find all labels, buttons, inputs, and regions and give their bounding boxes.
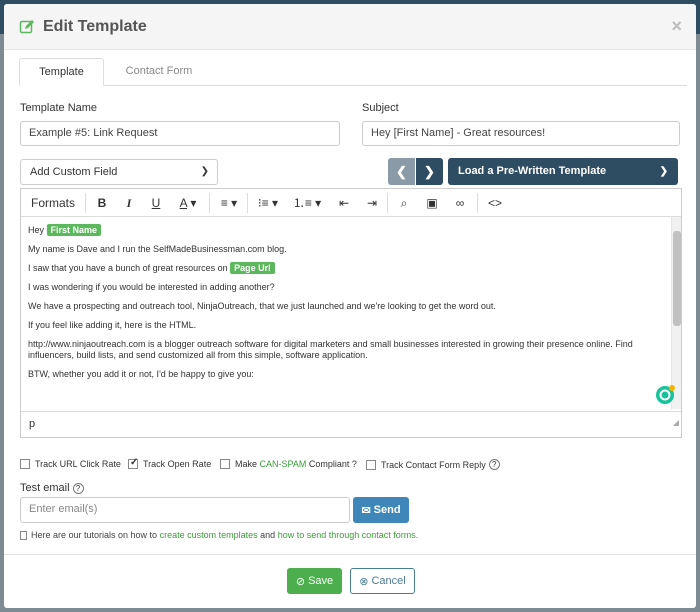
custom-field-select[interactable]: Add Custom Field ❯ — [20, 159, 218, 185]
help-icon[interactable]: ? — [488, 459, 500, 470]
image-icon[interactable]: ▣ — [421, 189, 443, 217]
send-button[interactable]: ✉ Send — [353, 497, 409, 523]
modal-header: Edit Template × — [4, 4, 696, 50]
editor-status-bar: p ◢ — [21, 411, 681, 437]
rich-text-editor: Formats ▾ B I U A ▾ ≡ ▾ ⁝≡ ▾ ⒈≡ ▾ ⇤ ⇥ ⌕ … — [20, 188, 682, 438]
help-icon[interactable]: ? — [72, 483, 84, 494]
editor-line: BTW, whether you add it or not, I'd be h… — [28, 369, 254, 379]
tutorial-links: Here are our tutorials on how to create … — [20, 530, 418, 540]
modal-footer: ⊘ Save ⊗ Cancel — [4, 554, 696, 608]
template-name-label: Template Name — [20, 102, 98, 114]
bullet-list-icon[interactable]: ⁝≡ ▾ — [253, 189, 283, 217]
formats-dropdown[interactable]: Formats ▾ — [27, 189, 79, 238]
link-icon[interactable]: ∞ — [449, 189, 471, 217]
close-icon[interactable]: × — [671, 16, 682, 37]
chevron-down-icon: ❯ — [200, 166, 209, 177]
text-color-icon[interactable]: A ▾ — [171, 189, 205, 217]
editor-line: http://www.ninjaoutreach.com is a blogge… — [28, 339, 633, 360]
can-spam-checkbox[interactable]: Make CAN-SPAM Compliant ? — [220, 459, 357, 469]
bold-icon[interactable]: B — [91, 189, 113, 217]
cancel-circle-icon: ⊗ — [359, 575, 369, 588]
chevron-down-icon: ❯ — [659, 166, 668, 177]
tab-template[interactable]: Template — [19, 58, 104, 86]
tab-contact-form[interactable]: Contact Form — [114, 58, 204, 86]
save-button[interactable]: ⊘ Save — [287, 568, 342, 594]
editor-scrollbar[interactable] — [671, 217, 681, 409]
tracking-options: Track URL Click Rate Track Open Rate Mak… — [20, 457, 680, 473]
editor-toolbar: Formats ▾ B I U A ▾ ≡ ▾ ⁝≡ ▾ ⒈≡ ▾ ⇤ ⇥ ⌕ … — [21, 189, 681, 238]
custom-field-value: Add Custom Field — [30, 166, 118, 178]
cancel-button[interactable]: ⊗ Cancel — [350, 568, 415, 594]
edit-icon — [19, 18, 37, 36]
italic-icon[interactable]: I — [118, 189, 140, 217]
editor-line: My name is Dave and I run the SelfMadeBu… — [28, 244, 287, 254]
first-name-tag: First Name — [46, 224, 102, 236]
outdent-icon[interactable]: ⇤ — [333, 189, 355, 217]
toolbar-divider — [247, 193, 248, 213]
numbered-list-icon[interactable]: ⒈≡ ▾ — [291, 189, 323, 217]
attachment-icon[interactable]: ⌕ — [393, 189, 415, 217]
previous-template-button[interactable]: ❮ — [388, 158, 415, 185]
test-email-input[interactable]: Enter email(s) — [20, 497, 350, 523]
envelope-icon: ✉ — [361, 504, 371, 517]
toolbar-divider — [477, 193, 478, 213]
contact-forms-link[interactable]: how to send through contact forms. — [278, 530, 419, 540]
track-url-click-checkbox[interactable]: Track URL Click Rate — [20, 459, 121, 469]
modal-title: Edit Template — [43, 17, 147, 35]
load-template-dropdown[interactable]: Load a Pre-Written Template ❯ — [448, 158, 678, 185]
editor-line: We have a prospecting and outreach tool,… — [28, 301, 496, 311]
editor-content[interactable]: Hey First Name My name is Dave and I run… — [21, 217, 673, 407]
template-name-input[interactable]: Example #5: Link Request — [20, 121, 340, 146]
tab-bar: Template Contact Form — [19, 58, 687, 86]
next-template-button[interactable]: ❯ — [416, 158, 443, 185]
grammarly-icon[interactable] — [654, 384, 676, 406]
editor-line: I saw that you have a bunch of great res… — [28, 263, 228, 273]
underline-icon[interactable]: U — [145, 189, 167, 217]
align-icon[interactable]: ≡ ▾ — [215, 189, 243, 217]
toolbar-divider — [387, 193, 388, 213]
editor-line: I was wondering if you would be interest… — [28, 282, 275, 292]
subject-input[interactable]: Hey [First Name] - Great resources! — [362, 121, 680, 146]
custom-templates-link[interactable]: create custom templates — [160, 530, 258, 540]
element-path: p — [29, 418, 36, 430]
editor-line: If you feel like adding it, here is the … — [28, 320, 197, 330]
test-email-label: Test email? — [20, 482, 84, 494]
checkbox[interactable] — [366, 459, 376, 470]
check-circle-icon: ⊘ — [295, 575, 306, 588]
toolbar-divider — [209, 193, 210, 213]
page-url-tag: Page Url — [230, 262, 275, 274]
checkbox-checked[interactable] — [128, 457, 138, 469]
edit-template-modal: Edit Template × Template Contact Form Te… — [4, 4, 696, 608]
source-code-icon[interactable]: <> — [483, 189, 507, 217]
scroll-thumb[interactable] — [673, 231, 681, 326]
subject-label: Subject — [362, 102, 399, 114]
track-contact-form-checkbox[interactable]: Track Contact Form Reply? — [366, 459, 500, 470]
toolbar-divider — [85, 193, 86, 213]
checkbox[interactable] — [220, 459, 230, 469]
document-icon — [20, 530, 27, 540]
greeting-text: Hey — [28, 225, 45, 235]
load-template-label: Load a Pre-Written Template — [458, 165, 607, 177]
resize-handle-icon[interactable]: ◢ — [673, 410, 679, 435]
track-open-rate-checkbox[interactable]: Track Open Rate — [128, 457, 211, 469]
checkbox[interactable] — [20, 459, 30, 469]
indent-icon[interactable]: ⇥ — [361, 189, 383, 217]
